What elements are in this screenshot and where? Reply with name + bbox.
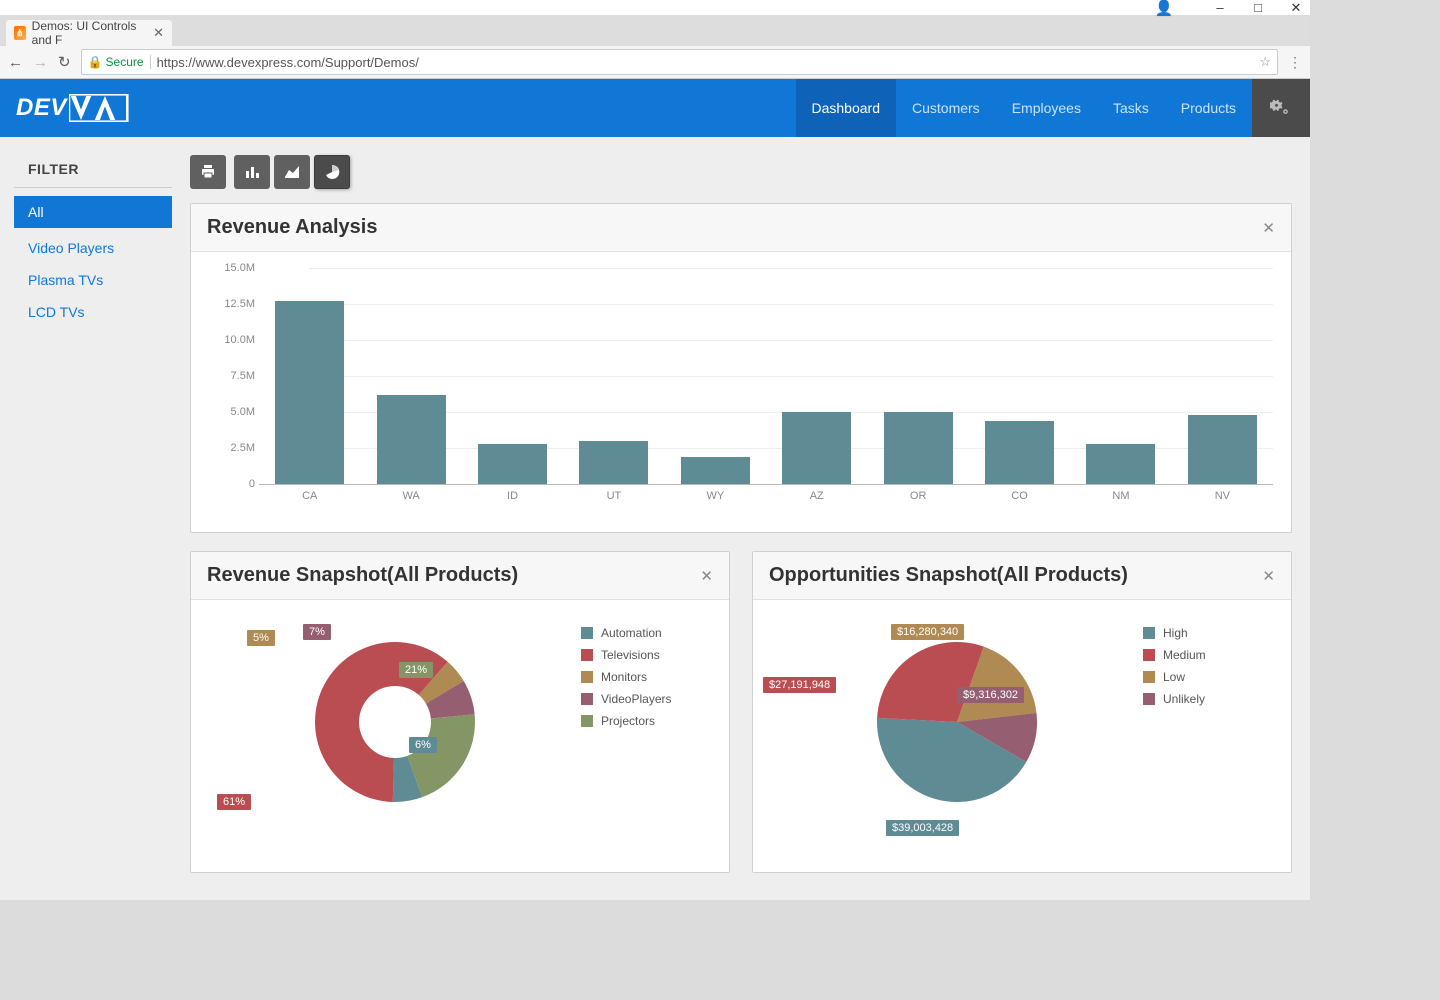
filter-all[interactable]: All: [14, 196, 172, 228]
legend-Medium: Medium: [1143, 648, 1273, 662]
slice-label-Low: $16,280,340: [891, 624, 964, 640]
opportunities-pie-legend: High Medium Low Unlikely: [1143, 622, 1273, 714]
nav-dashboard[interactable]: Dashboard: [796, 79, 897, 137]
panel-close-icon[interactable]: ✕: [700, 567, 713, 585]
slice-label-Unlikely: $9,316,302: [957, 687, 1024, 703]
legend-Monitors: Monitors: [581, 670, 711, 684]
legend-Low: Low: [1143, 670, 1273, 684]
brand-logo[interactable]: DEV: [16, 79, 129, 137]
brand-av-icon: [69, 94, 129, 122]
tab-close-icon[interactable]: ✕: [153, 25, 164, 41]
window-titlebar: 👤 – □ ✕: [0, 0, 1310, 16]
chart-toolbar: [190, 155, 1292, 189]
account-icon[interactable]: 👤: [1158, 2, 1170, 14]
browser-toolbar: ← → ↻ 🔒 Secure https://www.devexpress.co…: [0, 46, 1310, 79]
panel-close-icon[interactable]: ✕: [1262, 567, 1275, 585]
favicon: ⋔: [14, 26, 26, 40]
opportunities-snapshot-panel: Opportunities Snapshot(All Products) ✕ $…: [752, 551, 1292, 873]
maximize-button[interactable]: □: [1252, 2, 1264, 14]
settings-gear-button[interactable]: [1252, 79, 1310, 137]
bar-CO[interactable]: [985, 421, 1054, 484]
top-nav: DEV DashboardCustomersEmployeesTasksProd…: [0, 79, 1310, 137]
slice-label-Projectors: 21%: [399, 662, 433, 678]
bar-chart-button[interactable]: [234, 155, 270, 189]
sidebar-title: FILTER: [0, 161, 190, 187]
browser-tab[interactable]: ⋔ Demos: UI Controls and F ✕: [6, 20, 172, 46]
legend-Televisions: Televisions: [581, 648, 711, 662]
opportunities-pie-chart: $39,003,428$27,191,948$16,280,340$9,316,…: [771, 622, 1143, 822]
legend-VideoPlayers: VideoPlayers: [581, 692, 711, 706]
filter-video-players[interactable]: Video Players: [0, 232, 190, 264]
address-bar[interactable]: 🔒 Secure https://www.devexpress.com/Supp…: [81, 49, 1278, 75]
app-root: DEV DashboardCustomersEmployeesTasksProd…: [0, 79, 1310, 900]
panel-title: Revenue Snapshot(All Products): [207, 564, 518, 587]
bar-NV[interactable]: [1188, 415, 1257, 484]
revenue-bar-chart: 02.5M5.0M7.5M10.0M12.5M15.0MCAWAIDUTWYAZ…: [209, 268, 1273, 516]
main-content: Revenue Analysis ✕ 02.5M5.0M7.5M10.0M12.…: [190, 137, 1310, 900]
panel-title: Revenue Analysis: [207, 216, 377, 239]
area-chart-button[interactable]: [274, 155, 310, 189]
panel-title: Opportunities Snapshot(All Products): [769, 564, 1128, 587]
nav-tasks[interactable]: Tasks: [1097, 79, 1165, 137]
legend-Automation: Automation: [581, 626, 711, 640]
tab-title: Demos: UI Controls and F: [32, 19, 147, 47]
bar-OR[interactable]: [884, 412, 953, 484]
filter-lcd-tvs[interactable]: LCD TVs: [0, 296, 190, 328]
bar-ID[interactable]: [478, 444, 547, 484]
slice-label-Automation: 6%: [409, 737, 437, 753]
legend-High: High: [1143, 626, 1273, 640]
nav-customers[interactable]: Customers: [896, 79, 996, 137]
secure-indicator: 🔒 Secure: [88, 55, 151, 69]
bar-AZ[interactable]: [782, 412, 851, 484]
nav-products[interactable]: Products: [1165, 79, 1252, 137]
browser-menu-icon[interactable]: ⋮: [1288, 54, 1302, 71]
slice-label-VideoPlayers: 7%: [303, 624, 331, 640]
slice-label-Medium: $27,191,948: [763, 677, 836, 693]
slice-label-Monitors: 5%: [247, 630, 275, 646]
slice-label-High: $39,003,428: [886, 820, 959, 836]
pie-chart-button[interactable]: [314, 155, 350, 189]
bookmark-star-icon[interactable]: ☆: [1259, 54, 1271, 70]
revenue-donut-chart: 6% 61% 5% 7% 21%: [209, 622, 581, 822]
bar-UT[interactable]: [579, 441, 648, 484]
bar-WA[interactable]: [377, 395, 446, 484]
bar-WY[interactable]: [681, 457, 750, 484]
legend-Unlikely: Unlikely: [1143, 692, 1273, 706]
legend-Projectors: Projectors: [581, 714, 711, 728]
filter-plasma-tvs[interactable]: Plasma TVs: [0, 264, 190, 296]
filter-sidebar: FILTER All Video PlayersPlasma TVsLCD TVs: [0, 137, 190, 900]
nav-employees[interactable]: Employees: [996, 79, 1097, 137]
slice-label-Televisions: 61%: [217, 794, 251, 810]
bar-NM[interactable]: [1086, 444, 1155, 484]
forward-button[interactable]: →: [33, 54, 48, 71]
back-button[interactable]: ←: [8, 54, 23, 71]
bar-CA[interactable]: [275, 301, 344, 484]
minimize-button[interactable]: –: [1214, 2, 1226, 14]
reload-button[interactable]: ↻: [58, 53, 71, 71]
revenue-analysis-panel: Revenue Analysis ✕ 02.5M5.0M7.5M10.0M12.…: [190, 203, 1292, 533]
panel-close-icon[interactable]: ✕: [1262, 219, 1275, 237]
revenue-snapshot-panel: Revenue Snapshot(All Products) ✕ 6% 61% 5%…: [190, 551, 730, 873]
lock-icon: 🔒: [88, 55, 103, 69]
url-text: https://www.devexpress.com/Support/Demos…: [157, 55, 419, 70]
browser-tabstrip: ⋔ Demos: UI Controls and F ✕: [0, 16, 1310, 46]
close-window-button[interactable]: ✕: [1290, 2, 1302, 14]
print-button[interactable]: [190, 155, 226, 189]
revenue-donut-legend: Automation Televisions Monitors VideoPlayer…: [581, 622, 711, 736]
